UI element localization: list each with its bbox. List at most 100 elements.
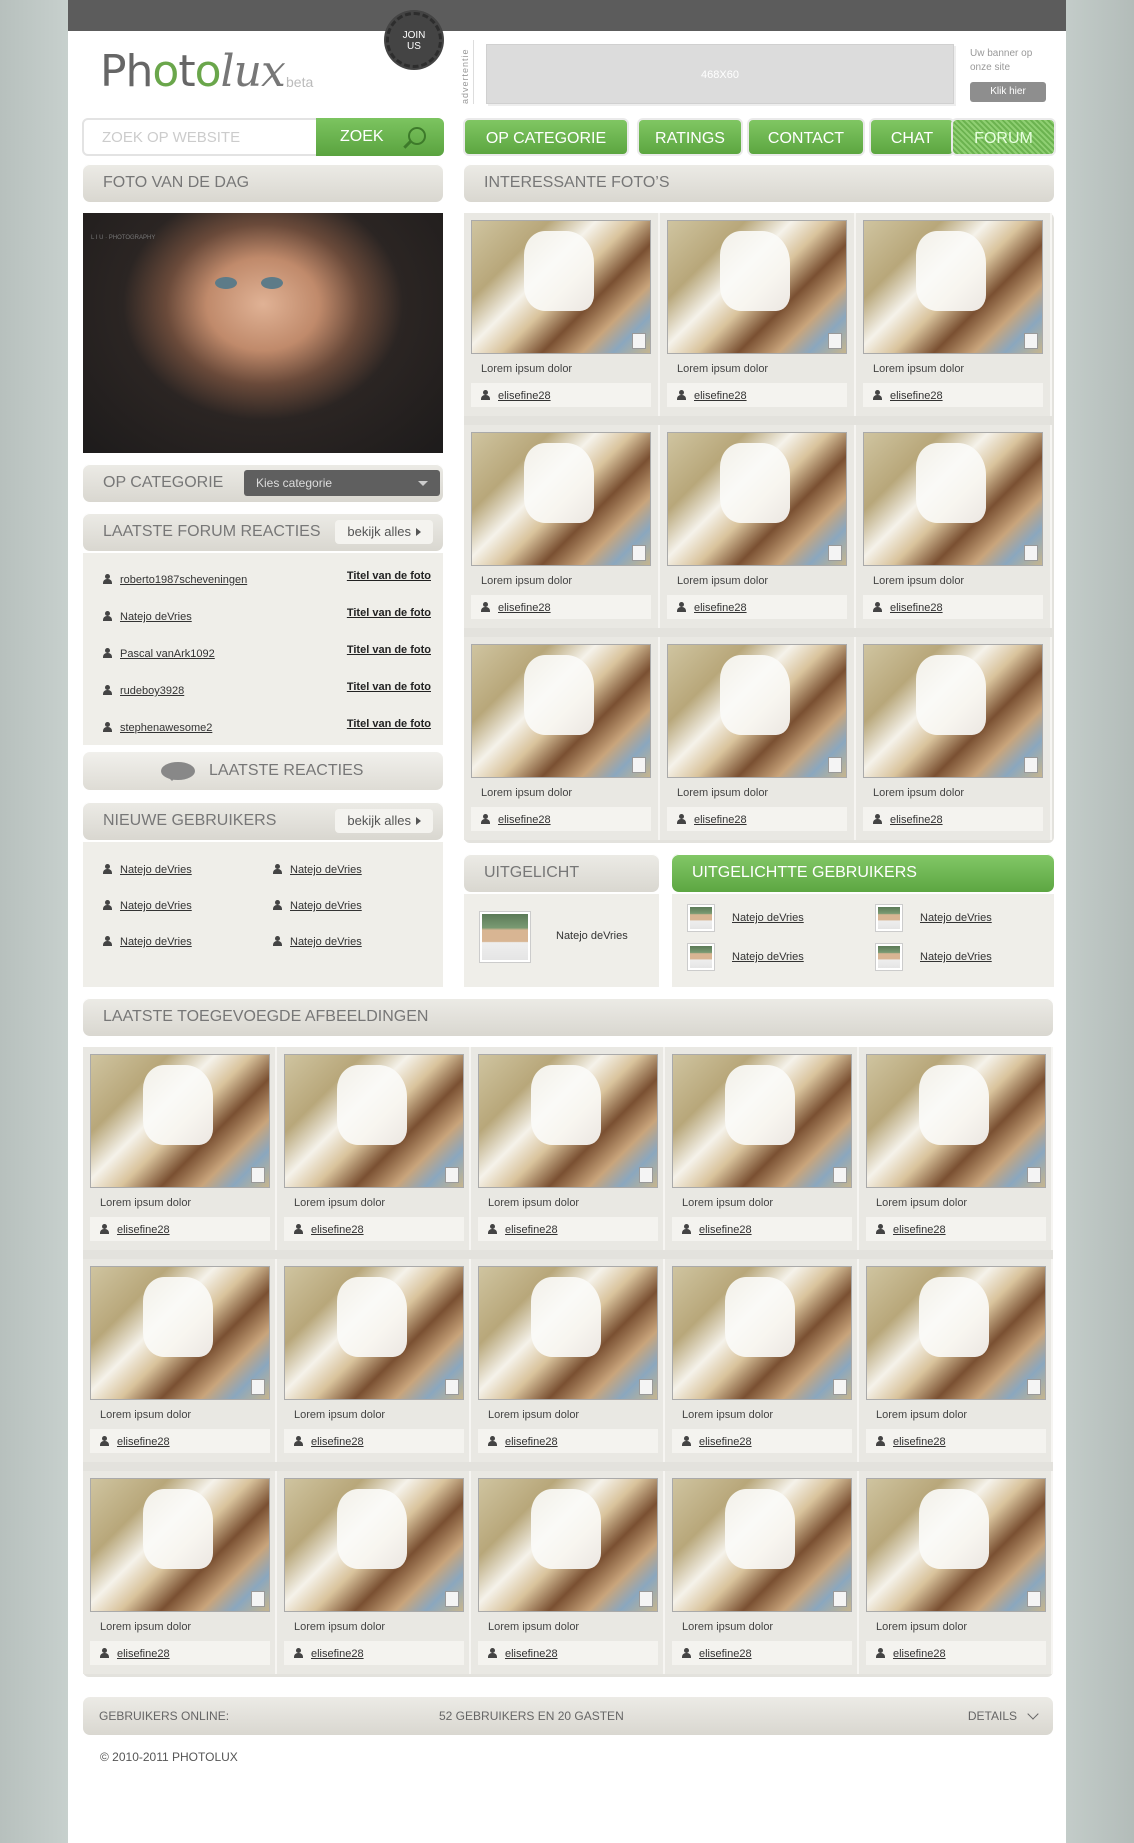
join-us-badge[interactable]: JOIN US	[386, 12, 442, 68]
forum-user-link[interactable]: Natejo deVries	[120, 611, 192, 623]
uitgelicht-avatar[interactable]	[480, 912, 530, 962]
featured-user-link[interactable]: Natejo deVries	[732, 912, 804, 924]
forum-title-link[interactable]: Titel van de foto	[347, 607, 431, 619]
new-user-link[interactable]: Natejo deVries	[120, 936, 192, 948]
photo-author-link[interactable]: elisefine28	[893, 1436, 946, 1448]
photo-author-link[interactable]: elisefine28	[498, 390, 551, 402]
photo-thumbnail[interactable]	[667, 432, 847, 566]
photo-thumbnail[interactable]	[667, 220, 847, 354]
photo-author-link[interactable]: elisefine28	[311, 1648, 364, 1660]
forum-view-all-button[interactable]: bekijk alles	[335, 520, 433, 544]
photo-thumbnail[interactable]	[478, 1478, 658, 1612]
photo-card: Lorem ipsum dolor elisefine28	[665, 1471, 859, 1674]
nav-chat[interactable]: CHAT	[869, 118, 955, 156]
forum-title-link[interactable]: Titel van de foto	[347, 681, 431, 693]
photo-thumbnail[interactable]	[478, 1266, 658, 1400]
uitgelicht-name[interactable]: Natejo deVries	[556, 930, 628, 942]
photo-author-link[interactable]: elisefine28	[699, 1224, 752, 1236]
nieuwe-gebruikers-header: NIEUWE GEBRUIKERS bekijk alles	[83, 802, 443, 840]
nav-op-categorie[interactable]: OP CATEGORIE	[463, 118, 629, 156]
featured-user-link[interactable]: Natejo deVries	[920, 951, 992, 963]
forum-user-link[interactable]: Pascal vanArk1092	[120, 648, 215, 660]
featured-user-link[interactable]: Natejo deVries	[732, 951, 804, 963]
photo-thumbnail[interactable]	[667, 644, 847, 778]
photo-thumbnail[interactable]	[284, 1478, 464, 1612]
forum-title-link[interactable]: Titel van de foto	[347, 644, 431, 656]
photo-thumbnail[interactable]	[866, 1266, 1046, 1400]
new-user-link[interactable]: Natejo deVries	[290, 936, 362, 948]
photo-thumbnail[interactable]	[672, 1054, 852, 1188]
nav-ratings[interactable]: RATINGS	[637, 118, 743, 156]
join-text-1: JOIN	[402, 30, 426, 41]
photo-author-link[interactable]: elisefine28	[694, 814, 747, 826]
photo-thumbnail[interactable]	[478, 1054, 658, 1188]
search-button[interactable]: ZOEK	[316, 118, 444, 156]
avatar[interactable]	[876, 905, 902, 931]
new-user-link[interactable]: Natejo deVries	[290, 864, 362, 876]
forum-user-link[interactable]: stephenawesome2	[120, 722, 212, 734]
photo-card: Lorem ipsum dolor elisefine28	[83, 1259, 277, 1462]
banner-button[interactable]: Klik hier	[970, 82, 1046, 102]
photo-author-link[interactable]: elisefine28	[311, 1436, 364, 1448]
forum-user-link[interactable]: roberto1987scheveningen	[120, 574, 247, 586]
ad-banner[interactable]: 468X60	[486, 44, 954, 104]
featured-user-link[interactable]: Natejo deVries	[920, 912, 992, 924]
photo-author-link[interactable]: elisefine28	[117, 1224, 170, 1236]
photo-author-link[interactable]: elisefine28	[117, 1436, 170, 1448]
photo-thumbnail[interactable]	[863, 220, 1043, 354]
photo-caption: Lorem ipsum dolor	[481, 787, 573, 799]
top-bar	[68, 0, 1066, 31]
details-button[interactable]: DETAILS	[968, 1697, 1017, 1735]
photo-author-link[interactable]: elisefine28	[694, 602, 747, 614]
photo-thumbnail[interactable]	[863, 644, 1043, 778]
new-user-link[interactable]: Natejo deVries	[120, 900, 192, 912]
photo-author-link[interactable]: elisefine28	[890, 390, 943, 402]
photo-author-link[interactable]: elisefine28	[498, 814, 551, 826]
photo-thumbnail[interactable]	[90, 1266, 270, 1400]
photo-of-the-day[interactable]: L I U · PHOTOGRAPHY	[83, 213, 443, 453]
new-user-link[interactable]: Natejo deVries	[120, 864, 192, 876]
nav-forum[interactable]: FORUM	[951, 118, 1056, 156]
logo[interactable]: Photolux	[100, 46, 286, 97]
avatar[interactable]	[876, 944, 902, 970]
avatar[interactable]	[688, 944, 714, 970]
photo-author-link[interactable]: elisefine28	[890, 602, 943, 614]
photo-thumbnail[interactable]	[471, 644, 651, 778]
photo-author-link[interactable]: elisefine28	[311, 1224, 364, 1236]
latest-grid: Lorem ipsum dolor elisefine28 Lorem ipsum …	[83, 1047, 1053, 1677]
photo-author-link[interactable]: elisefine28	[890, 814, 943, 826]
photo-thumbnail[interactable]	[672, 1478, 852, 1612]
photo-thumbnail[interactable]	[284, 1266, 464, 1400]
nav-contact[interactable]: CONTACT	[747, 118, 865, 156]
photo-author-link[interactable]: elisefine28	[117, 1648, 170, 1660]
users-view-all-button[interactable]: bekijk alles	[335, 809, 433, 833]
photo-author-link[interactable]: elisefine28	[505, 1648, 558, 1660]
photo-thumbnail[interactable]	[672, 1266, 852, 1400]
search-input[interactable]	[88, 124, 308, 150]
photo-thumbnail[interactable]	[284, 1054, 464, 1188]
photo-author-link[interactable]: elisefine28	[699, 1436, 752, 1448]
photo-author: elisefine28	[863, 807, 1043, 831]
photo-author-link[interactable]: elisefine28	[505, 1224, 558, 1236]
photo-author-link[interactable]: elisefine28	[505, 1436, 558, 1448]
forum-title-link[interactable]: Titel van de foto	[347, 570, 431, 582]
laatste-reacties-button[interactable]: LAATSTE REACTIES	[83, 752, 443, 790]
photo-thumbnail[interactable]	[90, 1054, 270, 1188]
photo-thumbnail[interactable]	[866, 1478, 1046, 1612]
avatar[interactable]	[688, 905, 714, 931]
photo-thumbnail[interactable]	[90, 1478, 270, 1612]
photo-author-link[interactable]: elisefine28	[893, 1224, 946, 1236]
forum-title-link[interactable]: Titel van de foto	[347, 718, 431, 730]
photo-thumbnail[interactable]	[866, 1054, 1046, 1188]
photo-author-link[interactable]: elisefine28	[699, 1648, 752, 1660]
forum-user-link[interactable]: rudeboy3928	[120, 685, 184, 697]
photo-author-link[interactable]: elisefine28	[498, 602, 551, 614]
photo-thumbnail[interactable]	[471, 432, 651, 566]
photo-thumbnail[interactable]	[863, 432, 1043, 566]
category-select[interactable]: Kies categorie	[244, 470, 440, 496]
photo-caption: Lorem ipsum dolor	[876, 1621, 968, 1633]
photo-author-link[interactable]: elisefine28	[694, 390, 747, 402]
new-user-link[interactable]: Natejo deVries	[290, 900, 362, 912]
photo-author-link[interactable]: elisefine28	[893, 1648, 946, 1660]
photo-thumbnail[interactable]	[471, 220, 651, 354]
